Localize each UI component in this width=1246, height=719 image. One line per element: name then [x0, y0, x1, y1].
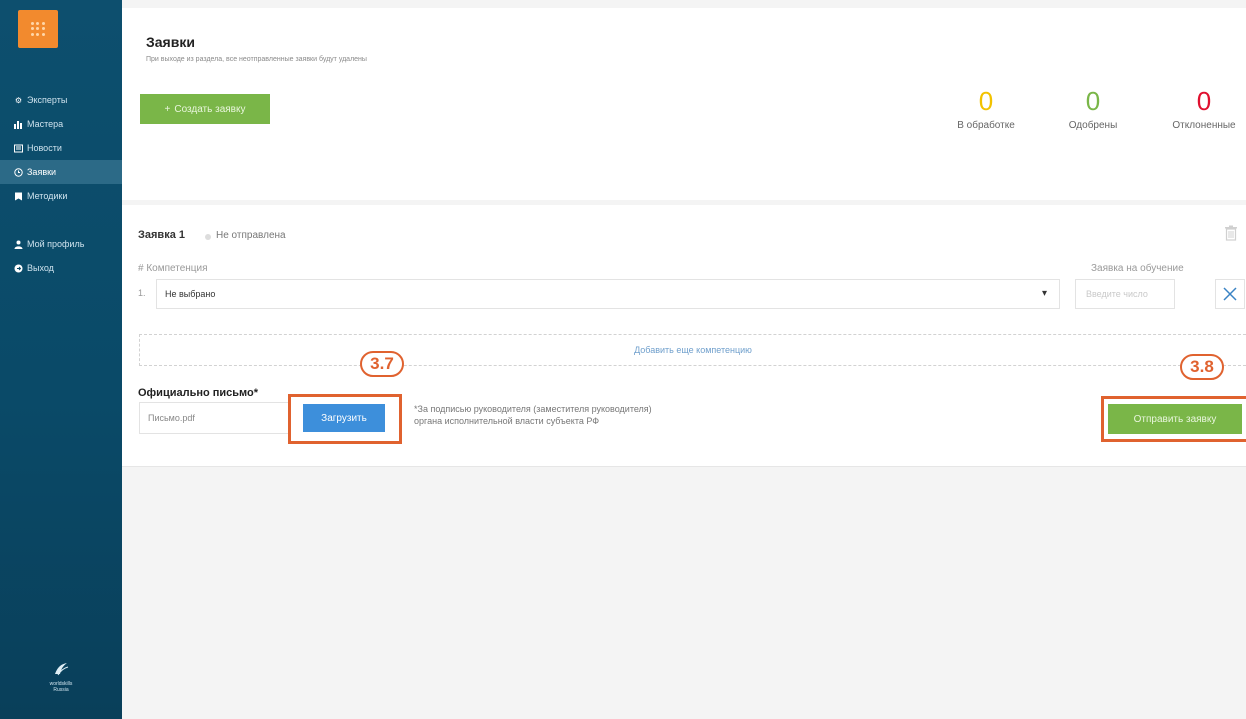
create-application-button[interactable]: + Создать заявку: [140, 94, 270, 124]
create-application-label: Создать заявку: [174, 103, 246, 115]
competence-select-value: Не выбрано: [165, 289, 216, 299]
sidebar-item-masters[interactable]: Мастера: [0, 112, 122, 136]
add-competence-button[interactable]: Добавить еще компетенцию: [139, 334, 1246, 366]
remove-competence-button[interactable]: [1215, 279, 1245, 309]
trash-icon[interactable]: [1224, 225, 1238, 241]
stat-rejected-label: Отклоненные: [1172, 120, 1236, 131]
sidebar-item-profile[interactable]: Мой профиль: [0, 232, 122, 256]
stat-approved-value: 0: [1085, 86, 1101, 116]
bird-icon: [46, 660, 76, 681]
sidebar-item-label: Эксперты: [27, 95, 68, 105]
application-title: Заявка 1: [138, 229, 185, 241]
signature-note-line2: органа исполнительной власти субъекта РФ: [414, 416, 600, 426]
worldskills-logo-text: worldskills Russia: [49, 681, 73, 693]
official-letter-label: Официально письмо*: [138, 387, 259, 399]
app-logo[interactable]: [18, 10, 58, 48]
signature-note: *За подписью руководителя (заместителя р…: [414, 403, 652, 427]
row-number: 1.: [138, 288, 146, 298]
newspaper-icon: [14, 144, 23, 153]
close-icon: [1223, 287, 1237, 301]
sidebar: ⚙ Эксперты Мастера Новости Заявки Методи…: [0, 0, 122, 719]
stat-approved-label: Одобрены: [1068, 120, 1118, 131]
sidebar-item-label: Новости: [27, 143, 62, 153]
sidebar-item-experts[interactable]: ⚙ Эксперты: [0, 88, 122, 112]
gear-icon: ⚙: [14, 95, 23, 105]
status-dot-icon: [205, 234, 211, 240]
file-name-field[interactable]: Письмо.pdf: [139, 402, 289, 434]
sidebar-item-methods[interactable]: Методики: [0, 184, 122, 208]
annotation-badge-3-8: 3.8: [1180, 354, 1224, 380]
application-status: Не отправлена: [216, 230, 286, 241]
applications-header-card: Заявки При выходе из раздела, все неотпр…: [122, 8, 1246, 200]
clock-icon: [14, 167, 23, 177]
stat-rejected: 0 Отклоненные: [1162, 86, 1246, 131]
user-icon: [14, 240, 23, 249]
upload-highlight-frame: [288, 394, 402, 444]
grid-icon: [31, 22, 45, 36]
sidebar-item-label: Методики: [27, 191, 68, 201]
application-card: Заявка 1 Не отправлена # Компетенция Зая…: [122, 205, 1246, 467]
annotation-badge-3-7: 3.7: [360, 351, 404, 377]
sidebar-item-label: Мой профиль: [27, 239, 85, 249]
stat-processing-label: В обработке: [957, 120, 1015, 131]
sidebar-item-logout[interactable]: Выход: [0, 256, 122, 280]
stat-rejected-value: 0: [1196, 86, 1212, 116]
competence-column-label: # Компетенция: [138, 263, 208, 274]
training-count-input[interactable]: [1075, 279, 1175, 309]
sidebar-item-applications[interactable]: Заявки: [0, 160, 122, 184]
exit-icon: [14, 264, 23, 273]
training-column-label: Заявка на обучение: [1091, 263, 1184, 274]
page-subtitle: При выходе из раздела, все неотправленны…: [146, 56, 367, 63]
competence-select[interactable]: Не выбрано ▾: [156, 279, 1060, 309]
send-highlight-frame: [1101, 396, 1246, 442]
bookmark-icon: [14, 192, 23, 201]
sidebar-nav: ⚙ Эксперты Мастера Новости Заявки Методи…: [0, 88, 122, 280]
signature-note-line1: *За подписью руководителя (заместителя р…: [414, 404, 652, 414]
sidebar-item-label: Мастера: [27, 119, 64, 129]
caret-down-icon: ▾: [1041, 288, 1047, 299]
page-title: Заявки: [146, 34, 195, 50]
plus-icon: +: [164, 103, 171, 115]
stat-processing-value: 0: [978, 86, 994, 116]
stat-processing: 0 В обработке: [946, 86, 1026, 131]
sidebar-item-label: Выход: [27, 263, 54, 273]
worldskills-logo: worldskills Russia: [46, 660, 76, 693]
sidebar-item-news[interactable]: Новости: [0, 136, 122, 160]
bar-chart-icon: [14, 120, 23, 129]
sidebar-item-label: Заявки: [27, 167, 57, 177]
stat-approved: 0 Одобрены: [1055, 86, 1131, 131]
